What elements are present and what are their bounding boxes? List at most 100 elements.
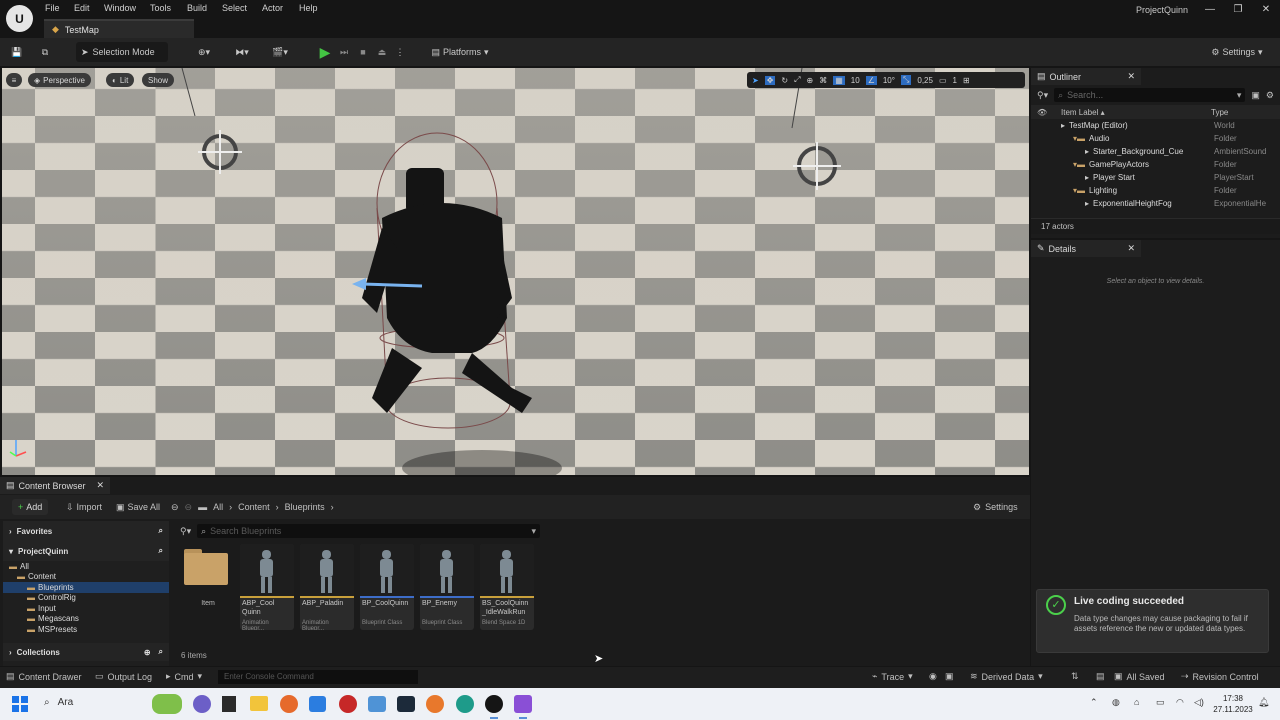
copilot-icon[interactable] (193, 695, 211, 713)
lit-button[interactable]: ◐ Lit (106, 73, 135, 87)
outliner-search-input[interactable]: ⌕ Search... ▾ (1054, 88, 1246, 102)
blueprints-icon[interactable]: ⧓▾ (228, 42, 256, 62)
menu-window[interactable]: Window (104, 3, 136, 13)
perspective-button[interactable]: ◈ Perspective (28, 73, 91, 87)
scale-snap-value[interactable]: 0,25 (917, 76, 933, 85)
trace-dropdown[interactable]: ⌁ Trace ▾ (872, 671, 913, 682)
visual-studio-icon[interactable] (514, 695, 532, 713)
select-icon[interactable]: ➤ (752, 76, 759, 85)
store-icon[interactable] (309, 696, 326, 712)
folder-item-label[interactable]: Item (182, 600, 234, 607)
world-icon[interactable]: ⊕ (807, 76, 814, 85)
asset-search-input[interactable]: ⌕ Search Blueprints ▾ (197, 524, 540, 538)
play-icon[interactable]: ▶ (316, 42, 334, 62)
app-icon-2[interactable] (368, 696, 386, 712)
menu-edit[interactable]: Edit (74, 3, 90, 13)
folder-tree-item[interactable]: ▬ ControlRig (3, 593, 169, 604)
close-icon[interactable]: ✕ (1127, 243, 1135, 254)
menu-file[interactable]: File (45, 3, 60, 13)
pending-changes-icon[interactable]: ⇅ (1071, 671, 1079, 682)
rotation-snap-icon[interactable]: ∠ (865, 75, 877, 85)
taskbar-search[interactable]: ⌕ Ara (44, 697, 73, 708)
more-options-icon[interactable]: ⋮ (394, 42, 406, 62)
windows-start-icon[interactable] (12, 696, 28, 712)
asset-tile[interactable]: ABP_Paladin Animation Bluepr... (300, 544, 354, 630)
console-input[interactable]: Enter Console Command (218, 670, 418, 684)
menu-tools[interactable]: Tools (150, 3, 171, 13)
menu-select[interactable]: Select (222, 3, 247, 13)
outliner-row[interactable]: ▸ Starter_Background_Cue AmbientSound (1031, 145, 1280, 158)
outliner-tab[interactable]: ▤ Outliner ✕ (1031, 68, 1141, 85)
close-icon[interactable]: ✕ (96, 480, 104, 491)
content-settings-button[interactable]: ⚙ Settings (973, 499, 1018, 515)
folder-tree-item[interactable]: ▬ Megascans (3, 614, 169, 625)
gear-icon[interactable]: ⚙ (1266, 90, 1274, 101)
rotation-snap-value[interactable]: 10° (883, 76, 895, 85)
search-icon[interactable]: ⌕ (159, 526, 163, 536)
menu-build[interactable]: Build (187, 3, 207, 13)
import-button[interactable]: ⇩ Import (66, 499, 102, 515)
folder-tree-item[interactable]: ▬ Blueprints (3, 582, 169, 593)
maximize-viewport-icon[interactable]: ⊞ (963, 76, 970, 85)
column-item-label[interactable]: Item Label ▴ (1061, 108, 1211, 117)
filter-icon[interactable]: ⚲▾ (1037, 90, 1048, 101)
platforms-dropdown[interactable]: ▤ Platforms ▾ (425, 42, 495, 62)
minimize-icon[interactable]: — (1199, 4, 1221, 15)
search-icon[interactable]: ⌕ (159, 546, 163, 556)
app-icon-3[interactable] (397, 696, 415, 712)
wifi-icon[interactable]: ◠ (1176, 697, 1184, 708)
asset-tile[interactable]: BP_Enemy Blueprint Class (420, 544, 474, 630)
favorites-header[interactable]: › Favorites ⌕ (3, 521, 169, 541)
breadcrumb-all[interactable]: All (213, 502, 223, 512)
cmd-dropdown[interactable]: ▸ Cmd ▾ (166, 671, 202, 682)
folder-tree-item[interactable]: ▬ All (3, 561, 169, 572)
back-icon[interactable]: ⊖ (171, 502, 179, 513)
output-log-button[interactable]: ▭ Output Log (95, 671, 152, 682)
details-tab[interactable]: ✎ Details ✕ (1031, 240, 1141, 257)
add-collection-icon[interactable]: ⊕ (144, 648, 151, 657)
record-icon[interactable]: ◉ (929, 671, 937, 682)
folder-tree-item[interactable]: ▬ MSPresets (3, 624, 169, 635)
tray-usb-icon[interactable]: ⌂ (1134, 697, 1139, 707)
source-control-icon[interactable]: ⧉ (36, 42, 54, 62)
unreal-logo-icon[interactable]: U (6, 5, 33, 32)
outliner-row[interactable]: ▸ TestMap (Editor) World (1031, 119, 1280, 132)
forward-icon[interactable]: ⊖ (185, 502, 193, 513)
dirty-packages-icon[interactable]: ▤ (1096, 671, 1105, 682)
add-actor-icon[interactable]: ⊕▾ (190, 42, 218, 62)
menu-help[interactable]: Help (299, 3, 318, 13)
tray-keyboard-icon[interactable]: ▭ (1156, 697, 1165, 708)
file-explorer-icon[interactable] (250, 696, 268, 711)
content-drawer-button[interactable]: ▤ Content Drawer (6, 671, 82, 682)
add-folder-icon[interactable]: ▣ (1251, 90, 1260, 101)
toolbar-settings-button[interactable]: ⚙ Settings ▾ (1206, 42, 1268, 62)
show-button[interactable]: Show (142, 73, 175, 87)
stop-icon[interactable]: ■ (355, 42, 371, 62)
all-saved-indicator[interactable]: ▣ All Saved (1114, 671, 1165, 682)
hamburger-icon[interactable]: ≡ (6, 73, 22, 87)
tab-testmap[interactable]: ◆ TestMap (44, 19, 194, 38)
scale-snap-icon[interactable]: ⤡ (900, 75, 912, 85)
breadcrumb-blueprints[interactable]: Blueprints (285, 502, 325, 512)
save-all-button[interactable]: ▣ Save All (116, 499, 160, 515)
project-header[interactable]: ▾ ProjectQuinn ⌕ (3, 541, 169, 561)
asset-tile[interactable]: BP_CoolQuinn Blueprint Class (360, 544, 414, 630)
search-icon[interactable]: ⌕ (159, 647, 163, 657)
grid-snap-value[interactable]: 10 (851, 76, 860, 85)
eject-icon[interactable]: ⏏ (374, 42, 390, 62)
rotate-icon[interactable]: ↻ (781, 76, 788, 85)
folder-tree-item[interactable]: ▬ Input (3, 603, 169, 614)
camera-speed-value[interactable]: 1 (953, 76, 957, 85)
notification-bell-icon[interactable]: 🔔︎ (1258, 697, 1269, 708)
clock[interactable]: 17:38 27.11.2023 (1212, 693, 1254, 715)
move-icon[interactable]: ✥ (764, 75, 776, 85)
add-button[interactable]: + Add (12, 499, 49, 515)
close-icon[interactable]: ✕ (1127, 71, 1135, 82)
file-icon[interactable] (222, 696, 236, 712)
step-icon[interactable]: ⏭ (336, 42, 352, 62)
outliner-row[interactable]: ▾▬ GamePlayActors Folder (1031, 158, 1280, 171)
camera-speed-icon[interactable]: ▭ (939, 76, 947, 85)
asset-tile[interactable]: ABP_Cool Quinn Animation Bluepr... (240, 544, 294, 630)
chevron-up-icon[interactable]: ⌃ (1090, 697, 1098, 708)
content-browser-tab[interactable]: ▤ Content Browser ✕ (0, 477, 110, 494)
